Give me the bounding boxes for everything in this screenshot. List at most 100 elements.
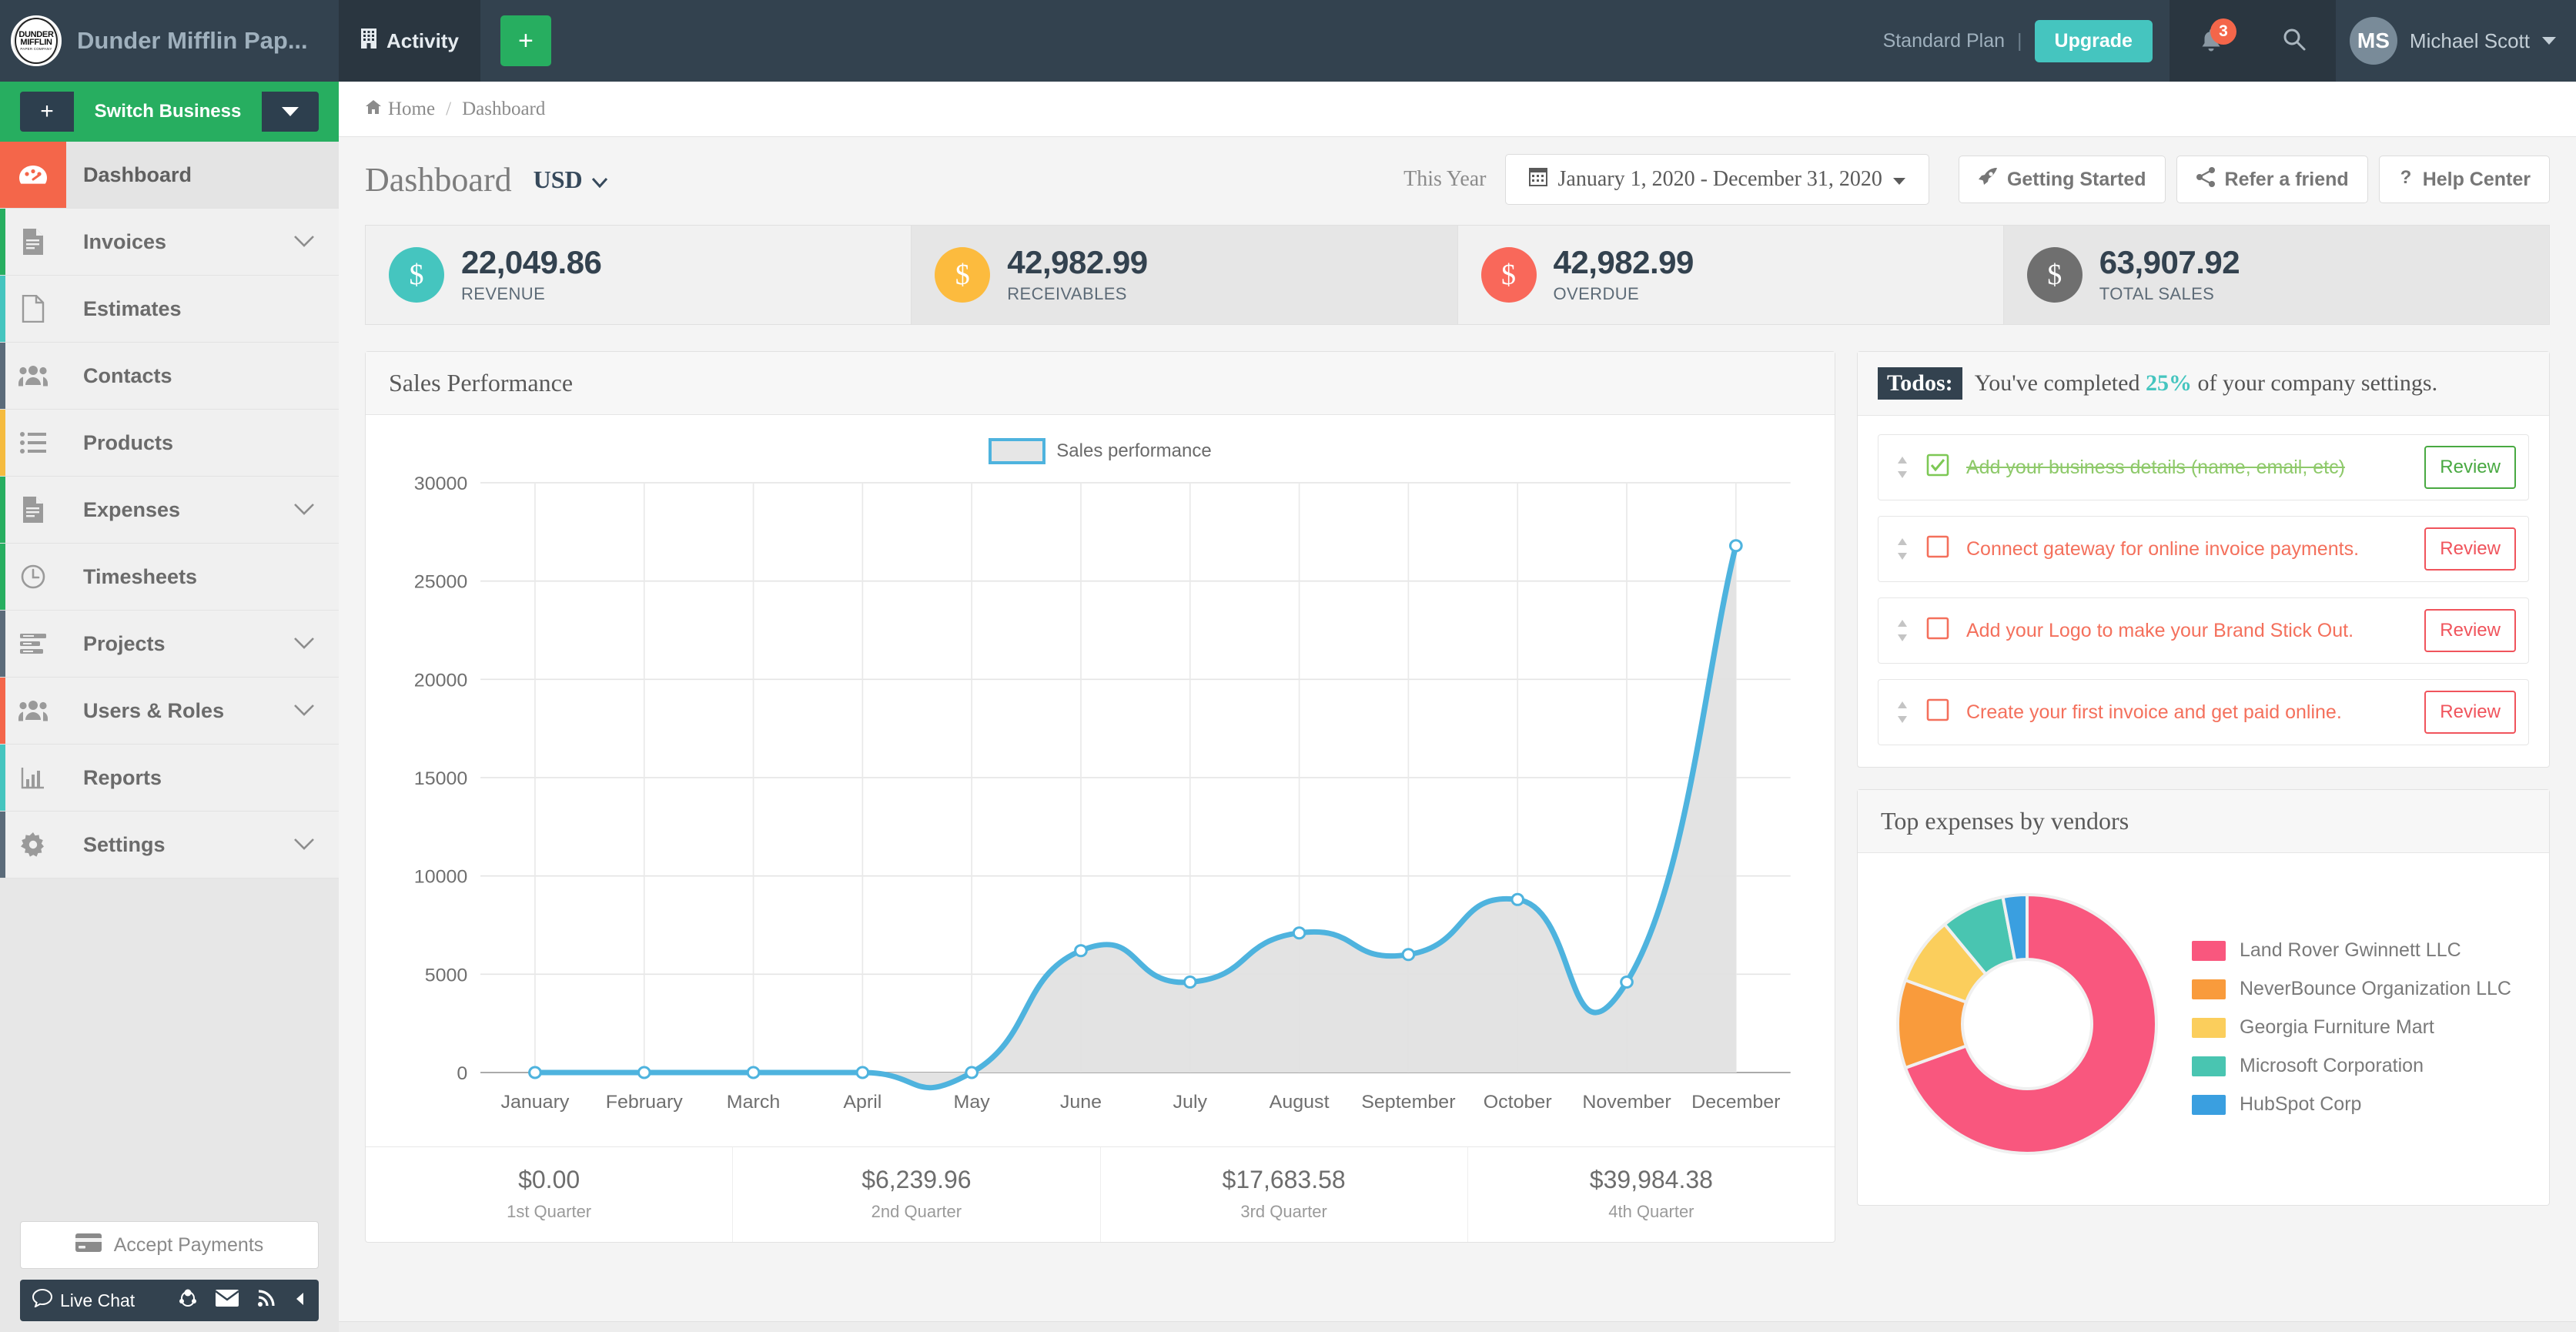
top-navbar: DUNDER MIFFLIN PAPER COMPANY Dunder Miff…: [0, 0, 2576, 82]
drag-handle-icon[interactable]: [1895, 455, 1909, 480]
sidebar-item-dashboard[interactable]: Dashboard: [0, 142, 339, 209]
accept-payments-button[interactable]: Accept Payments: [20, 1221, 319, 1269]
sidebar-item-label: Expenses: [83, 497, 181, 521]
todo-review-button[interactable]: Review: [2424, 691, 2516, 735]
sidebar-item-contacts[interactable]: Contacts: [0, 343, 339, 410]
sidebar-item-products[interactable]: Products: [0, 410, 339, 477]
currency-selector[interactable]: USD: [534, 166, 607, 194]
sidebar-item-projects[interactable]: Projects: [0, 611, 339, 678]
search-button[interactable]: [2252, 0, 2336, 82]
x-axis-tick-label: November: [1582, 1093, 1671, 1113]
legend-label: Sales performance: [1056, 440, 1212, 462]
todo-review-button[interactable]: Review: [2424, 609, 2516, 653]
quarter-label: 2nd Quarter: [871, 1202, 962, 1222]
help-center-button[interactable]: ? Help Center: [2378, 156, 2550, 203]
data-point[interactable]: [1620, 976, 1634, 989]
user-menu[interactable]: MS Michael Scott: [2336, 0, 2576, 82]
data-point[interactable]: [637, 1066, 651, 1079]
data-point[interactable]: [1510, 892, 1525, 906]
credit-card-icon: [75, 1233, 102, 1257]
quarter-total: $39,984.38 4th Quarter: [1468, 1147, 1835, 1242]
todo-review-button[interactable]: Review: [2424, 527, 2516, 571]
checkbox-unchecked-icon[interactable]: [1926, 617, 1949, 644]
sales-chart-legend[interactable]: Sales performance: [386, 438, 1815, 465]
quick-add-button[interactable]: +: [500, 15, 551, 66]
dollar-icon: $: [389, 247, 444, 303]
data-point[interactable]: [1292, 926, 1306, 940]
data-point[interactable]: [1074, 944, 1088, 958]
stat-card-receivables: $42,982.99 RECEIVABLES: [912, 226, 1458, 325]
x-axis-tick-label: March: [727, 1093, 780, 1113]
checkbox-unchecked-icon[interactable]: [1926, 698, 1949, 726]
notifications-button[interactable]: 3: [2169, 0, 2253, 82]
x-axis-tick-label: April: [843, 1093, 882, 1113]
nav-accent-bar: [0, 142, 5, 208]
activity-tab[interactable]: Activity: [339, 0, 480, 82]
sidebar-item-invoices[interactable]: Invoices: [0, 209, 339, 276]
data-point[interactable]: [965, 1066, 979, 1079]
sidebar-item-reports[interactable]: Reports: [0, 745, 339, 812]
x-axis-tick-label: January: [500, 1093, 570, 1113]
vendor-legend-item[interactable]: Land Rover Gwinnett LLC: [2192, 939, 2511, 962]
quarter-total: $6,239.96 2nd Quarter: [733, 1147, 1101, 1243]
live-chat-bar[interactable]: Live Chat: [20, 1280, 319, 1321]
data-point[interactable]: [1401, 948, 1416, 962]
nav-accent-bar: [0, 678, 5, 744]
sales-chart-plot: 0 5000 10000 15000 20000 25000 30000 January Feb…: [386, 469, 1815, 1146]
home-icon: [365, 99, 382, 120]
user-name-label: Michael Scott: [2409, 28, 2530, 52]
add-business-button[interactable]: +: [20, 92, 74, 132]
todo-review-button[interactable]: Review: [2424, 446, 2516, 490]
sidebar-item-timesheets[interactable]: Timesheets: [0, 544, 339, 611]
data-point[interactable]: [1183, 976, 1197, 989]
breadcrumb-home[interactable]: Home: [365, 99, 435, 120]
data-point[interactable]: [1728, 539, 1743, 553]
chevron-down-icon[interactable]: [294, 501, 339, 518]
checkbox-unchecked-icon[interactable]: [1926, 535, 1949, 563]
sidebar-item-expenses[interactable]: Expenses: [0, 477, 339, 544]
stat-value: 42,982.99: [1007, 244, 1148, 280]
support-agent-icon[interactable]: [179, 1288, 197, 1313]
sidebar-item-label: Timesheets: [83, 564, 198, 588]
sidebar-item-users-roles[interactable]: Users & Roles: [0, 678, 339, 745]
vendor-legend-item[interactable]: NeverBounce Organization LLC: [2192, 978, 2511, 1000]
button-label: Refer a friend: [2224, 168, 2349, 190]
todos-headline-after: of your company settings.: [2197, 370, 2438, 397]
refer-a-friend-button[interactable]: Refer a friend: [2176, 156, 2368, 203]
getting-started-button[interactable]: Getting Started: [1958, 156, 2166, 203]
data-point[interactable]: [855, 1066, 870, 1079]
sidebar-item-estimates[interactable]: Estimates: [0, 276, 339, 343]
vendor-legend-item[interactable]: Microsoft Corporation: [2192, 1055, 2511, 1077]
drag-handle-icon[interactable]: [1895, 700, 1909, 725]
collapse-sidebar-icon[interactable]: [294, 1290, 306, 1311]
vendor-legend-item[interactable]: Georgia Furniture Mart: [2192, 1016, 2511, 1039]
sidebar-item-label: Dashboard: [83, 162, 192, 186]
chevron-down-icon[interactable]: [294, 233, 339, 250]
range-label: This Year: [1403, 167, 1487, 191]
sales-performance-title: Sales Performance: [366, 352, 1835, 416]
sidebar-item-settings[interactable]: Settings: [0, 812, 339, 879]
todo-item: Add your business details (name, email, …: [1878, 434, 2529, 501]
data-point[interactable]: [528, 1066, 542, 1079]
data-point[interactable]: [746, 1066, 761, 1079]
rss-icon[interactable]: [257, 1289, 276, 1312]
brand-area[interactable]: DUNDER MIFFLIN PAPER COMPANY Dunder Miff…: [0, 0, 339, 82]
live-chat-label: Live Chat: [60, 1290, 135, 1310]
chevron-down-icon[interactable]: [294, 836, 339, 853]
upgrade-button[interactable]: Upgrade: [2034, 19, 2153, 62]
checkbox-checked-icon[interactable]: [1926, 453, 1949, 481]
sidebar-item-label: Projects: [83, 631, 166, 655]
switch-business-dropdown[interactable]: [262, 92, 319, 132]
mail-icon[interactable]: [215, 1290, 239, 1311]
drag-handle-icon[interactable]: [1895, 537, 1909, 561]
switch-business-button[interactable]: Switch Business: [74, 92, 262, 132]
switch-business-bar: + Switch Business: [0, 82, 339, 142]
chevron-down-icon[interactable]: [294, 635, 339, 652]
date-range-picker[interactable]: January 1, 2020 - December 31, 2020: [1504, 154, 1929, 205]
vendors-donut-chart: [1896, 893, 2158, 1156]
vendor-legend-item[interactable]: HubSpot Corp: [2192, 1093, 2511, 1116]
svg-text:?: ?: [2400, 167, 2411, 187]
chevron-down-icon[interactable]: [294, 702, 339, 719]
horizontal-scrollbar[interactable]: [339, 1321, 2576, 1332]
drag-handle-icon[interactable]: [1895, 618, 1909, 643]
